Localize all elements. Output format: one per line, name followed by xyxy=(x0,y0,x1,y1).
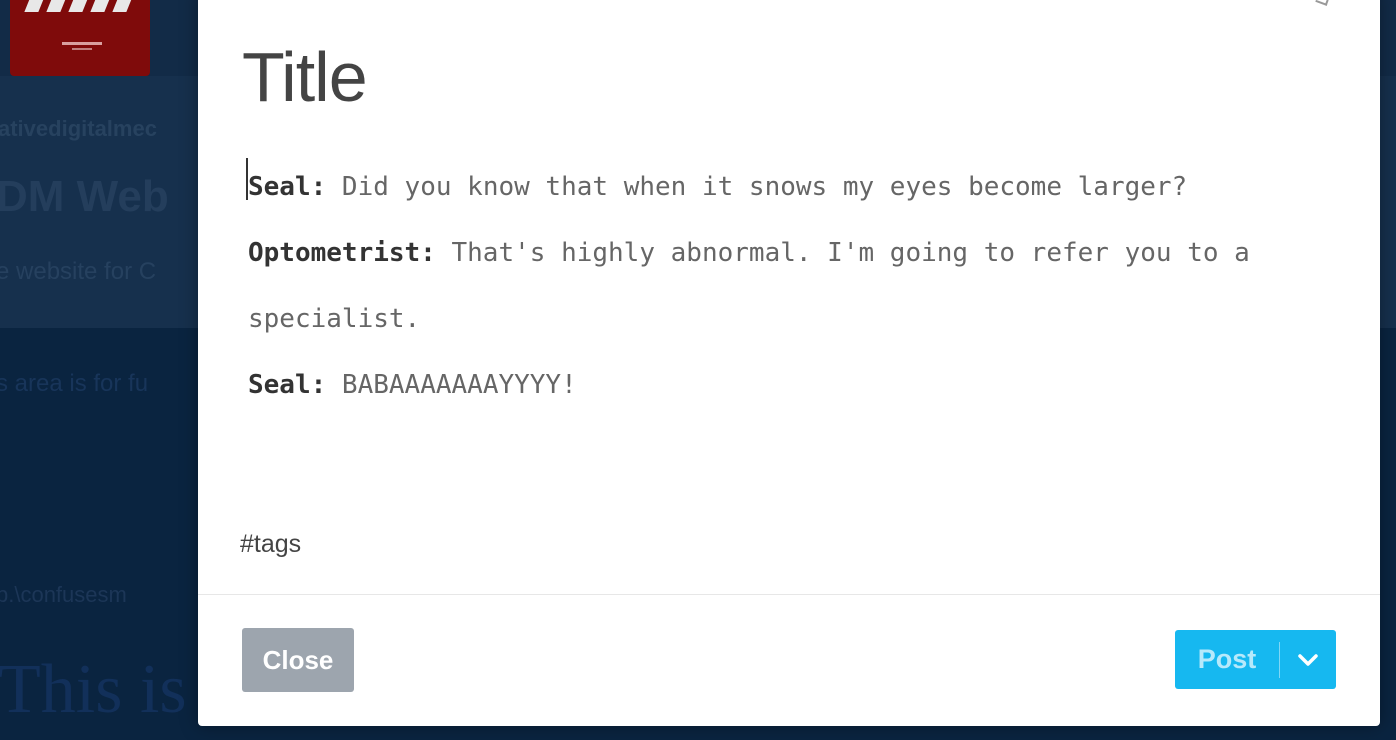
post-editor-modal: Title Seal: Did you know that when it sn… xyxy=(198,0,1380,726)
tags-input[interactable]: #tags xyxy=(240,530,301,559)
dialogue-text: BABAAAAAAAYYYY! xyxy=(326,370,577,400)
blog-logo xyxy=(10,0,150,76)
close-button[interactable]: Close xyxy=(242,628,354,692)
blog-name[interactable]: ativedigitalmec xyxy=(0,116,157,142)
info-text: s area is for fu xyxy=(0,370,149,397)
dialogue-line: Optometrist: That's highly abnormal. I'm… xyxy=(248,220,1348,352)
post-body-editor[interactable]: Seal: Did you know that when it snows my… xyxy=(248,154,1348,418)
blog-url[interactable]: b.\confusesm xyxy=(0,582,127,608)
speaker-label: Seal: xyxy=(248,172,327,202)
chevron-icon xyxy=(1315,0,1329,6)
chevron-down-icon[interactable] xyxy=(1280,630,1336,689)
dialogue-line: Seal: Did you know that when it snows my… xyxy=(248,154,1348,220)
post-button[interactable]: Post xyxy=(1175,630,1336,689)
speaker-label: Seal: xyxy=(248,370,327,400)
footer-divider xyxy=(198,594,1380,595)
blog-description: e website for C xyxy=(0,258,157,285)
dialogue-text: Did you know that when it snows my eyes … xyxy=(326,172,1188,202)
post-button-label[interactable]: Post xyxy=(1175,644,1279,675)
post-heading: This is xyxy=(0,651,187,728)
post-title-field[interactable]: Title xyxy=(242,42,368,112)
blog-title: DM Web xyxy=(0,172,169,221)
dialogue-line: Seal: BABAAAAAAAYYYY! xyxy=(248,352,1348,418)
speaker-label: Optometrist: xyxy=(248,238,436,268)
